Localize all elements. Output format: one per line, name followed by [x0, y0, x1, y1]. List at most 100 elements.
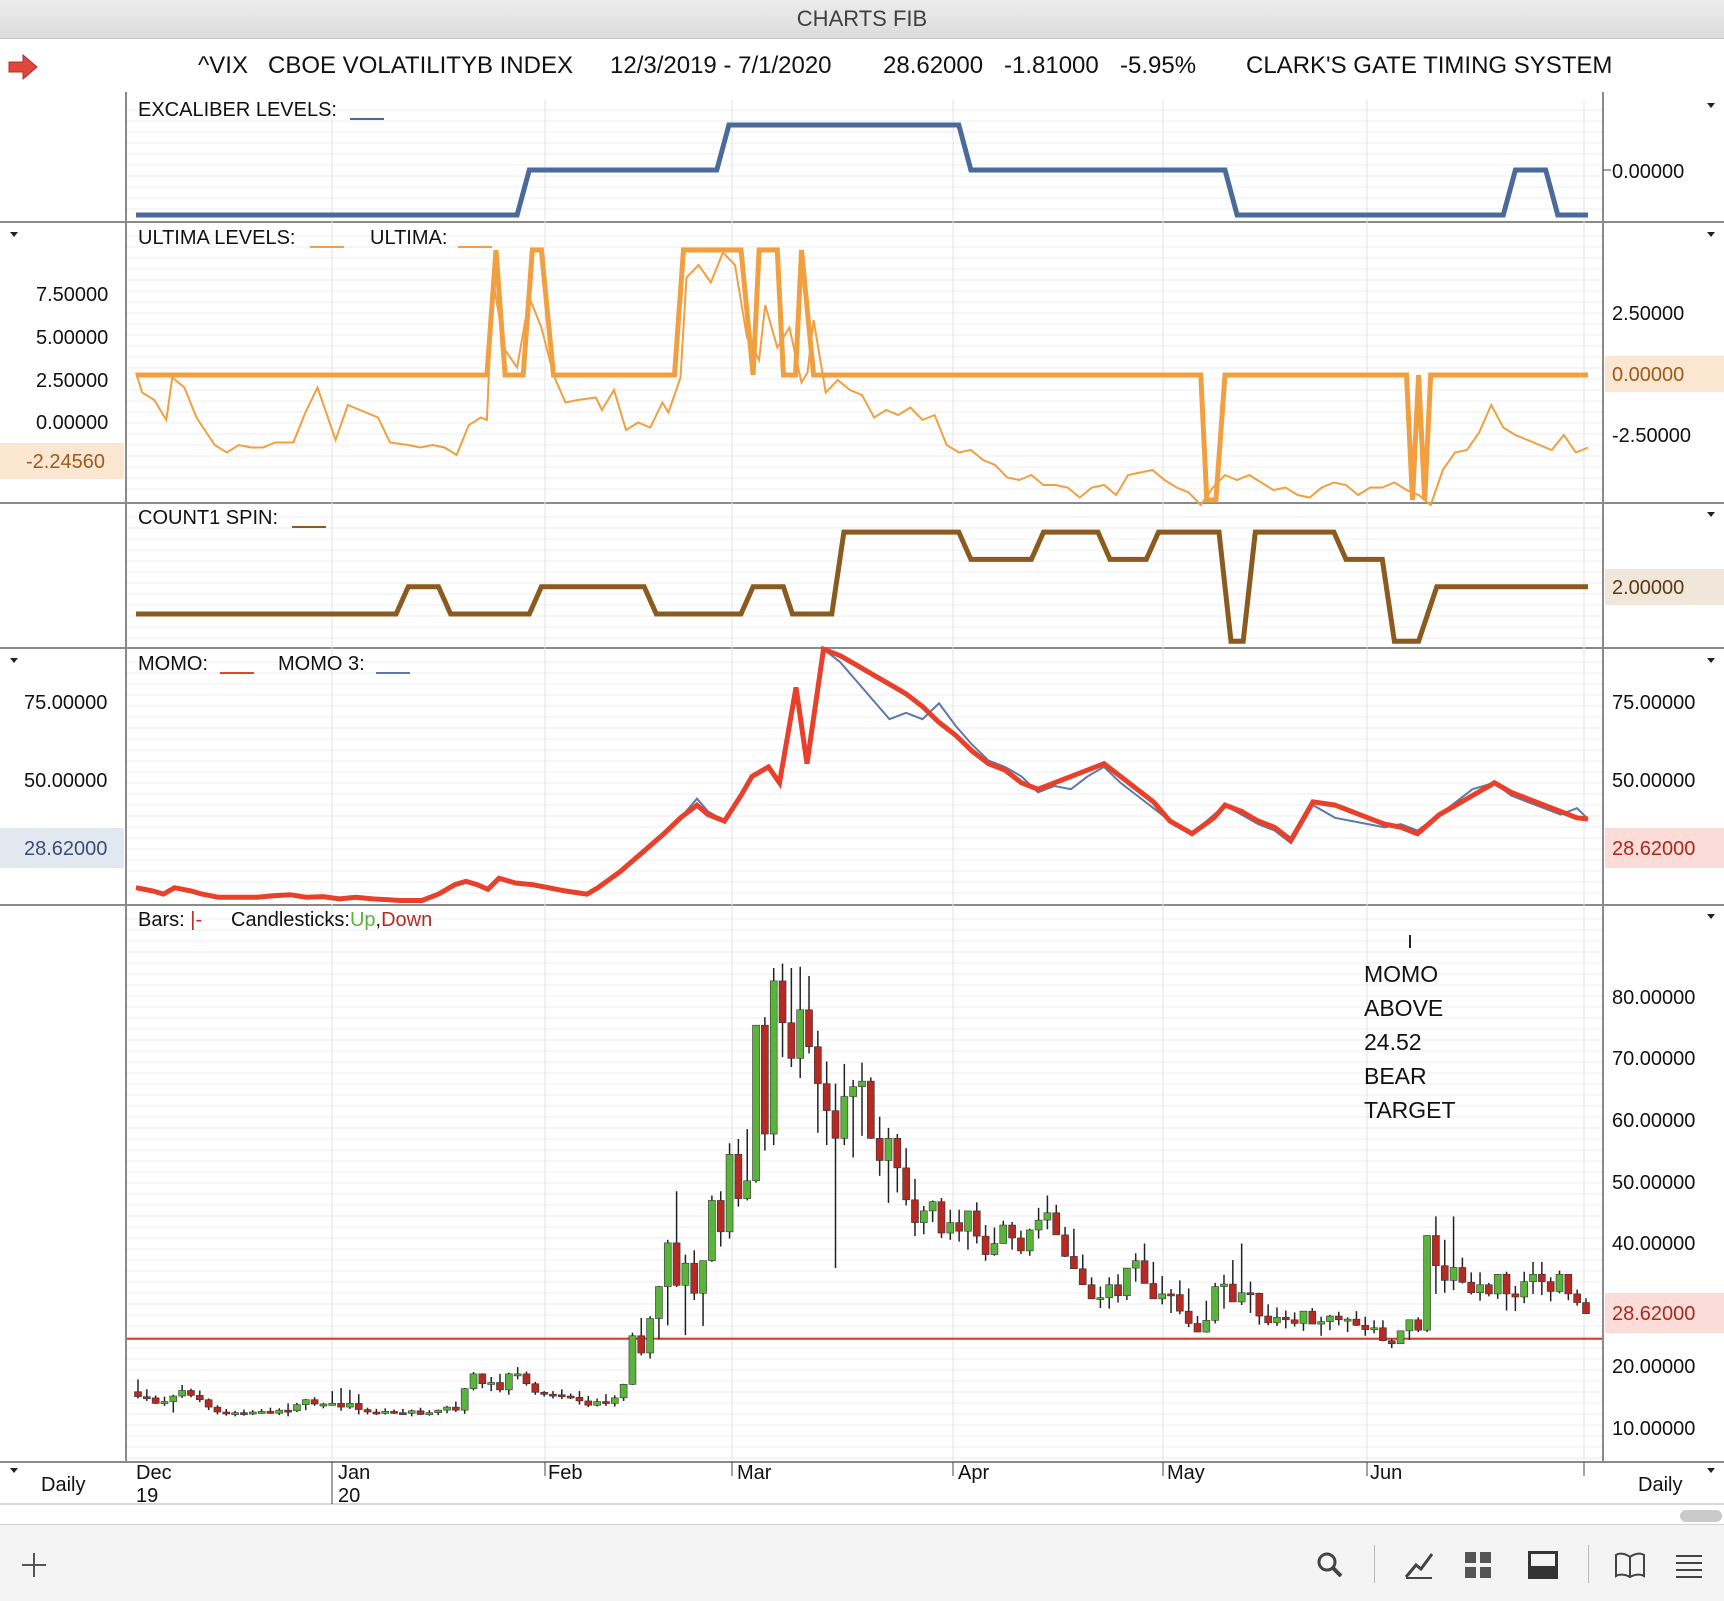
candle-up — [434, 1409, 442, 1413]
candle-up — [1273, 1317, 1281, 1324]
candle-up — [681, 1262, 690, 1286]
candle-down — [204, 1399, 213, 1408]
ultima-levels-label: ULTIMA LEVELS: — [138, 227, 295, 249]
candle-down — [1193, 1323, 1202, 1333]
candle-down — [972, 1210, 981, 1237]
candle-up — [752, 1024, 760, 1182]
candle-down — [1184, 1310, 1193, 1324]
book-icon[interactable] — [1614, 1551, 1646, 1579]
add-icon[interactable] — [20, 1551, 48, 1579]
annotation-line: MOMO — [1364, 961, 1438, 987]
candle-up — [593, 1401, 601, 1406]
candle-up — [1220, 1283, 1228, 1287]
grid-icon[interactable] — [1464, 1551, 1492, 1579]
ultima-right-tick: 2.50000 — [1612, 303, 1684, 325]
candle-down — [1255, 1293, 1264, 1317]
price-tick: 70.00000 — [1612, 1048, 1695, 1070]
search-icon[interactable] — [1316, 1551, 1344, 1579]
candle-up — [946, 1222, 955, 1234]
candle-down — [1582, 1302, 1590, 1314]
candle-down — [822, 1083, 831, 1111]
candle-up — [460, 1388, 469, 1411]
candle-up — [1202, 1320, 1211, 1333]
scrollbar-thumb[interactable] — [1680, 1510, 1722, 1522]
candle-down — [602, 1401, 610, 1404]
month-label: Mar — [737, 1462, 772, 1484]
period-left[interactable]: Daily — [41, 1474, 85, 1496]
line-chart-icon[interactable] — [1404, 1551, 1434, 1579]
candle-down — [1458, 1267, 1467, 1283]
candle-up — [840, 1096, 849, 1139]
candle-down — [805, 1009, 813, 1047]
candle-down — [1511, 1293, 1520, 1298]
candle-up — [999, 1224, 1008, 1244]
candle-down — [1149, 1283, 1158, 1300]
candle-down — [1485, 1284, 1493, 1295]
candle-down — [1061, 1234, 1069, 1257]
candle-down — [955, 1222, 963, 1232]
period-right[interactable]: Daily — [1638, 1474, 1682, 1496]
candle-up — [1317, 1321, 1325, 1325]
price-change: -1.81000 — [1004, 52, 1099, 79]
panel-icon[interactable] — [1528, 1551, 1558, 1579]
month-label: Dec — [136, 1462, 172, 1484]
annotation-line: BEAR — [1364, 1063, 1427, 1089]
candle-up — [160, 1401, 169, 1404]
candle-down — [222, 1411, 231, 1415]
candle-up — [619, 1384, 628, 1399]
candle-up — [1131, 1260, 1140, 1269]
candle-down — [1167, 1293, 1175, 1297]
candle-up — [1096, 1297, 1105, 1300]
candle-up — [1326, 1315, 1334, 1322]
candle-up — [1476, 1284, 1484, 1293]
count1-flag: 2.00000 — [1612, 577, 1684, 599]
candle-down — [1140, 1260, 1149, 1284]
momo-left-tick: 75.00000 — [24, 692, 107, 714]
count1-label: COUNT1 SPIN: — [138, 507, 278, 529]
candle-up — [884, 1138, 893, 1161]
candle-down — [575, 1396, 584, 1402]
candle-down — [240, 1412, 248, 1415]
candle-up — [231, 1412, 239, 1415]
candle-up — [1396, 1330, 1405, 1345]
candle-down — [1229, 1283, 1237, 1303]
candle-down — [558, 1394, 566, 1398]
candle-down — [1432, 1235, 1440, 1266]
candle-down — [1176, 1294, 1184, 1312]
candle-up — [1529, 1273, 1537, 1282]
candle-down — [363, 1409, 372, 1413]
candle-down — [911, 1199, 919, 1223]
window-title: CHARTS FIB — [0, 0, 1724, 39]
price-tick: 60.00000 — [1612, 1110, 1695, 1132]
candle-down — [1564, 1273, 1573, 1295]
excaliber-label: EXCALIBER LEVELS: — [138, 99, 337, 121]
price-flag: 28.62000 — [1612, 1303, 1695, 1325]
candle-up — [743, 1180, 752, 1199]
candle-down — [831, 1110, 840, 1139]
candle-down — [672, 1242, 681, 1286]
ultima-left-tick: 0.00000 — [36, 412, 108, 434]
candle-up — [301, 1399, 310, 1405]
menu-icon[interactable] — [1674, 1551, 1704, 1579]
momo-label: MOMO: — [138, 653, 208, 675]
candle-down — [187, 1390, 195, 1396]
candle-up — [346, 1403, 354, 1408]
candle-down — [1538, 1273, 1546, 1282]
symbol-name: CBOE VOLATILITYB INDEX — [268, 52, 573, 79]
candle-up — [655, 1286, 663, 1319]
candle-down — [1467, 1281, 1476, 1293]
red-arrow-icon[interactable] — [8, 54, 38, 80]
candle-down — [496, 1382, 504, 1391]
candle-down — [690, 1262, 699, 1294]
candle-up — [610, 1397, 619, 1404]
candle-down — [867, 1080, 875, 1139]
candle-up — [425, 1412, 434, 1415]
candle-up — [178, 1390, 186, 1397]
candle-down — [1502, 1273, 1511, 1295]
date-range: 12/3/2019 - 7/1/2020 — [610, 52, 832, 79]
ultima-left-tick: 5.00000 — [36, 327, 108, 349]
ultima-left-tick: 2.50000 — [36, 370, 108, 392]
candle-up — [1555, 1273, 1564, 1292]
candle-up — [505, 1373, 513, 1391]
candle-down — [452, 1406, 460, 1411]
